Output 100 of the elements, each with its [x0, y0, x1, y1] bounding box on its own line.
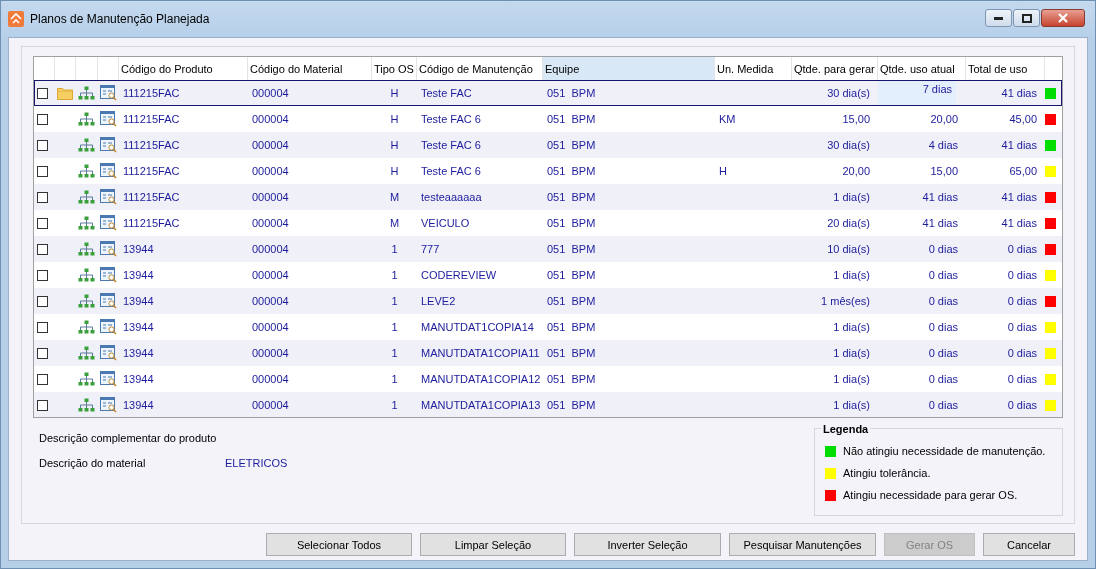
table-cell-text: 41 dias: [1000, 87, 1038, 99]
checkbox[interactable]: [37, 347, 48, 359]
table-cell-text: 13944: [122, 321, 155, 333]
document-search-icon[interactable]: [100, 345, 117, 361]
table-cell-text: 000004: [251, 321, 290, 333]
table-row[interactable]: 13944 000004 1 CODEREVIEW 051 BPM 1 dia(s) 0 dias 0 dias: [34, 262, 1062, 288]
maximize-button[interactable]: [1013, 9, 1040, 27]
edit-field[interactable]: 7 dias: [878, 80, 956, 106]
checkbox[interactable]: [37, 399, 48, 411]
table-row[interactable]: 13944 000004 1 LEVE2 051 BPM 1 mês(es) 0 dias 0 dias: [34, 288, 1062, 314]
table-cell-text: 41 dias: [921, 191, 959, 203]
table-cell-text: 0 dias: [927, 243, 959, 255]
table-cell-text: 051 BPM: [546, 113, 597, 125]
hierarchy-icon[interactable]: [78, 346, 95, 360]
action-button[interactable]: Cancelar: [983, 533, 1075, 556]
table-cell-text: 051 BPM: [546, 347, 597, 359]
checkbox[interactable]: [37, 217, 48, 229]
document-search-icon[interactable]: [100, 267, 117, 283]
checkbox[interactable]: [37, 269, 48, 281]
table-cell-text: 111215FAC: [122, 217, 181, 229]
table-row[interactable]: 111215FAC 000004 H Teste FAC 051 BPM 30 dia(s) 7 dias 41 dias: [34, 80, 1062, 106]
table-cell-text: 000004: [251, 295, 290, 307]
table-cell-text: 1 mês(es): [820, 295, 871, 307]
table-cell-text: 000004: [251, 191, 290, 203]
table-cell-text: 0 dias: [1006, 321, 1038, 333]
checkbox[interactable]: [37, 321, 48, 333]
action-button[interactable]: Pesquisar Manutenções: [729, 533, 876, 556]
hierarchy-icon[interactable]: [78, 86, 95, 100]
table-cell-text: 111215FAC: [122, 139, 181, 151]
table-cell-text: 30 dia(s): [826, 139, 871, 151]
hierarchy-icon[interactable]: [78, 242, 95, 256]
table-row[interactable]: 111215FAC 000004 H Teste FAC 6 051 BPM H 20,00 15,00 65,00: [34, 158, 1062, 184]
checkbox[interactable]: [37, 243, 48, 255]
checkbox[interactable]: [37, 165, 48, 177]
hierarchy-icon[interactable]: [78, 398, 95, 412]
table-cell-text: 0 dias: [927, 373, 959, 385]
table-cell-text: 000004: [251, 243, 290, 255]
hierarchy-icon[interactable]: [78, 112, 95, 126]
table-row[interactable]: 13944 000004 1 MANUTDATA1COPIA11 051 BPM 1 dia(s) 0 dias 0 dias: [34, 340, 1062, 366]
table-cell-text: Teste FAC 6: [420, 165, 482, 177]
table-cell-text: 41 dias: [1000, 191, 1038, 203]
table-row[interactable]: 111215FAC 000004 M VEICULO 051 BPM 20 dia(s) 41 dias 41 dias: [34, 210, 1062, 236]
table-row[interactable]: 111215FAC 000004 H Teste FAC 6 051 BPM KM 15,00 20,00 45,00: [34, 106, 1062, 132]
table-cell-text: H: [389, 87, 400, 99]
table-row[interactable]: 13944 000004 1 MANUTDAT1COPIA14 051 BPM 1 dia(s) 0 dias 0 dias: [34, 314, 1062, 340]
checkbox[interactable]: [37, 295, 48, 307]
table-cell-text: 4 dias: [927, 139, 959, 151]
document-search-icon[interactable]: [100, 215, 117, 231]
document-search-icon[interactable]: [100, 111, 117, 127]
checkbox[interactable]: [37, 87, 48, 99]
document-search-icon[interactable]: [100, 137, 117, 153]
close-button[interactable]: [1041, 9, 1085, 27]
table-cell-text: 0 dias: [1006, 243, 1038, 255]
table-cell-text: 1 dia(s): [832, 399, 871, 411]
hierarchy-icon[interactable]: [78, 138, 95, 152]
table-cell-text: MANUTDATA1COPIA11: [420, 347, 541, 359]
table-cell-text: 20,00: [929, 113, 959, 125]
hierarchy-icon[interactable]: [78, 372, 95, 386]
table-cell-text: LEVE2: [420, 295, 457, 307]
checkbox[interactable]: [37, 139, 48, 151]
table-cell-text: M: [388, 191, 401, 203]
table-cell-text: 0 dias: [927, 399, 959, 411]
minimize-button[interactable]: [985, 9, 1012, 27]
table-cell-text: 13944: [122, 399, 155, 411]
checkbox[interactable]: [37, 191, 48, 203]
action-button[interactable]: Inverter Seleção: [574, 533, 721, 556]
hierarchy-icon[interactable]: [78, 216, 95, 230]
column-header[interactable]: Equipe: [543, 57, 715, 80]
document-search-icon[interactable]: [100, 397, 117, 413]
document-search-icon[interactable]: [100, 293, 117, 309]
hierarchy-icon[interactable]: [78, 164, 95, 178]
document-search-icon[interactable]: [100, 163, 117, 179]
table-row[interactable]: 13944 000004 1 MANUTDATA1COPIA13 051 BPM 1 dia(s) 0 dias 0 dias: [34, 392, 1062, 417]
hierarchy-icon[interactable]: [78, 190, 95, 204]
table-row[interactable]: 13944 000004 1 777 051 BPM 10 dia(s) 0 dias 0 dias: [34, 236, 1062, 262]
table-cell-text: 777: [420, 243, 441, 255]
hierarchy-icon[interactable]: [78, 268, 95, 282]
table-cell-text: 000004: [251, 87, 290, 99]
table-cell-text: 20 dia(s): [826, 217, 871, 229]
field-value: ELETRICOS: [225, 457, 288, 469]
checkbox[interactable]: [37, 113, 48, 125]
document-search-icon[interactable]: [100, 241, 117, 257]
document-search-icon[interactable]: [100, 85, 117, 101]
document-search-icon[interactable]: [100, 189, 117, 205]
hierarchy-icon[interactable]: [78, 294, 95, 308]
table-cell-text: 051 BPM: [546, 165, 597, 177]
checkbox[interactable]: [37, 373, 48, 385]
table-cell-text: testeaaaaaa: [420, 191, 483, 203]
hierarchy-icon[interactable]: [78, 320, 95, 334]
table-cell-text: Teste FAC: [420, 87, 473, 99]
table-cell-text: 051 BPM: [546, 191, 597, 203]
document-search-icon[interactable]: [100, 371, 117, 387]
document-search-icon[interactable]: [100, 319, 117, 335]
table-row[interactable]: 111215FAC 000004 M testeaaaaaa 051 BPM 1 dia(s) 41 dias 41 dias: [34, 184, 1062, 210]
table-cell-text: 000004: [251, 165, 290, 177]
table-cell-text: 1 dia(s): [832, 269, 871, 281]
action-button[interactable]: Limpar Seleção: [420, 533, 566, 556]
table-row[interactable]: 13944 000004 1 MANUTDATA1COPIA12 051 BPM 1 dia(s) 0 dias 0 dias: [34, 366, 1062, 392]
table-row[interactable]: 111215FAC 000004 H Teste FAC 6 051 BPM 30 dia(s) 4 dias 41 dias: [34, 132, 1062, 158]
action-button[interactable]: Selecionar Todos: [266, 533, 412, 556]
